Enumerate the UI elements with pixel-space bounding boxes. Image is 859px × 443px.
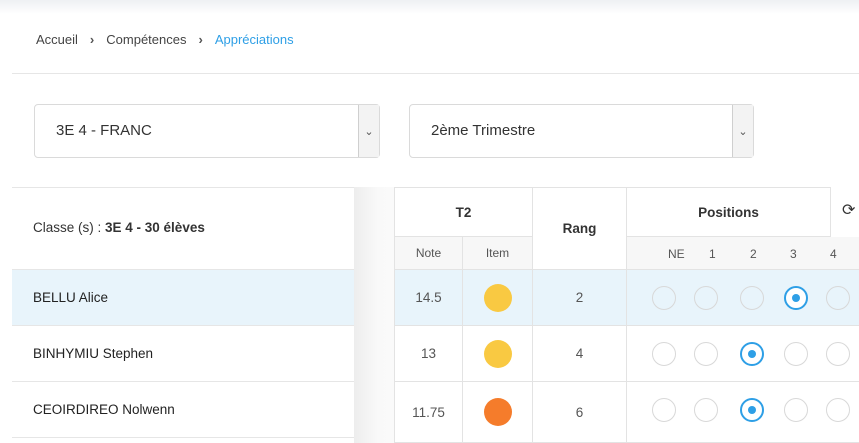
position-label-ne: NE (668, 247, 685, 261)
period-select-value: 2ème Trimestre (431, 122, 536, 139)
student-name: CEOIRDIREO Nolwenn (33, 402, 175, 417)
position-radio-3[interactable] (784, 398, 808, 422)
chevron-right-icon: › (198, 32, 203, 47)
position-label-2: 2 (750, 247, 757, 261)
chevron-down-icon[interactable]: ⌄ (358, 105, 379, 157)
student-row[interactable]: BELLU Alice (12, 270, 354, 326)
student-list: Classe (s) : 3E 4 - 30 élèves BELLU Alic… (12, 187, 354, 443)
class-info: Classe (s) : 3E 4 - 30 élèves (33, 220, 205, 235)
divider (12, 73, 859, 74)
student-row[interactable]: CEOIRDIREO Nolwenn (12, 382, 354, 438)
position-radio-2-selected[interactable] (740, 398, 764, 422)
chevron-right-icon: › (89, 32, 95, 47)
rang-cell: 4 (533, 326, 627, 382)
header-item[interactable]: Item (463, 237, 533, 270)
rang-cell: 2 (533, 270, 627, 326)
position-radio-4[interactable] (826, 398, 850, 422)
breadcrumb-home[interactable]: Accueil (36, 32, 78, 47)
position-label-3: 3 (790, 247, 797, 261)
student-name: BINHYMIU Stephen (33, 346, 154, 361)
position-radio-3[interactable] (784, 342, 808, 366)
position-radio-ne[interactable] (652, 286, 676, 310)
positions-subheader (627, 237, 859, 270)
header-rang[interactable]: Rang (533, 187, 627, 270)
header-note[interactable]: Note (394, 237, 463, 270)
position-radio-1[interactable] (694, 398, 718, 422)
note-cell: 14.5 (394, 270, 463, 326)
position-radio-1[interactable] (694, 286, 718, 310)
position-radio-3-selected[interactable] (784, 286, 808, 310)
class-info-header: Classe (s) : 3E 4 - 30 élèves (12, 187, 354, 270)
student-name: BELLU Alice (33, 290, 109, 305)
item-indicator (483, 339, 512, 368)
item-cell (463, 382, 533, 443)
student-row[interactable]: BINHYMIU Stephen (12, 326, 354, 382)
class-select[interactable]: 3E 4 - FRANC ⌄ (34, 104, 380, 158)
item-cell (463, 270, 533, 326)
breadcrumb-current: Appréciations (214, 32, 294, 47)
refresh-icon[interactable]: ⟳ (842, 200, 855, 220)
header-positions: Positions (627, 187, 831, 237)
class-info-value: 3E 4 - 30 élèves (105, 220, 205, 235)
position-label-4: 4 (830, 247, 837, 261)
class-info-label: Classe (s) : (33, 220, 106, 235)
item-cell (463, 326, 533, 382)
top-bar (0, 0, 859, 14)
position-radio-1[interactable] (694, 342, 718, 366)
item-indicator (483, 398, 512, 426)
position-radio-4[interactable] (826, 342, 850, 366)
item-indicator (483, 283, 512, 312)
breadcrumb-competences[interactable]: Compétences (106, 32, 186, 47)
position-radio-ne[interactable] (652, 398, 676, 422)
chevron-down-icon[interactable]: ⌄ (732, 105, 753, 157)
position-radio-ne[interactable] (652, 342, 676, 366)
column-shadow (354, 187, 394, 443)
header-t2: T2 (394, 187, 533, 237)
period-select[interactable]: 2ème Trimestre ⌄ (409, 104, 754, 158)
position-radio-2-selected[interactable] (740, 342, 764, 366)
position-label-1: 1 (709, 247, 716, 261)
class-select-value: 3E 4 - FRANC (56, 122, 152, 139)
position-radio-2[interactable] (740, 286, 764, 310)
breadcrumb: Accueil › Compétences › Appréciations (36, 32, 294, 47)
note-cell: 13 (394, 326, 463, 382)
note-cell: 11.75 (394, 382, 463, 443)
rang-cell: 6 (533, 382, 627, 443)
position-radio-4[interactable] (826, 286, 850, 310)
